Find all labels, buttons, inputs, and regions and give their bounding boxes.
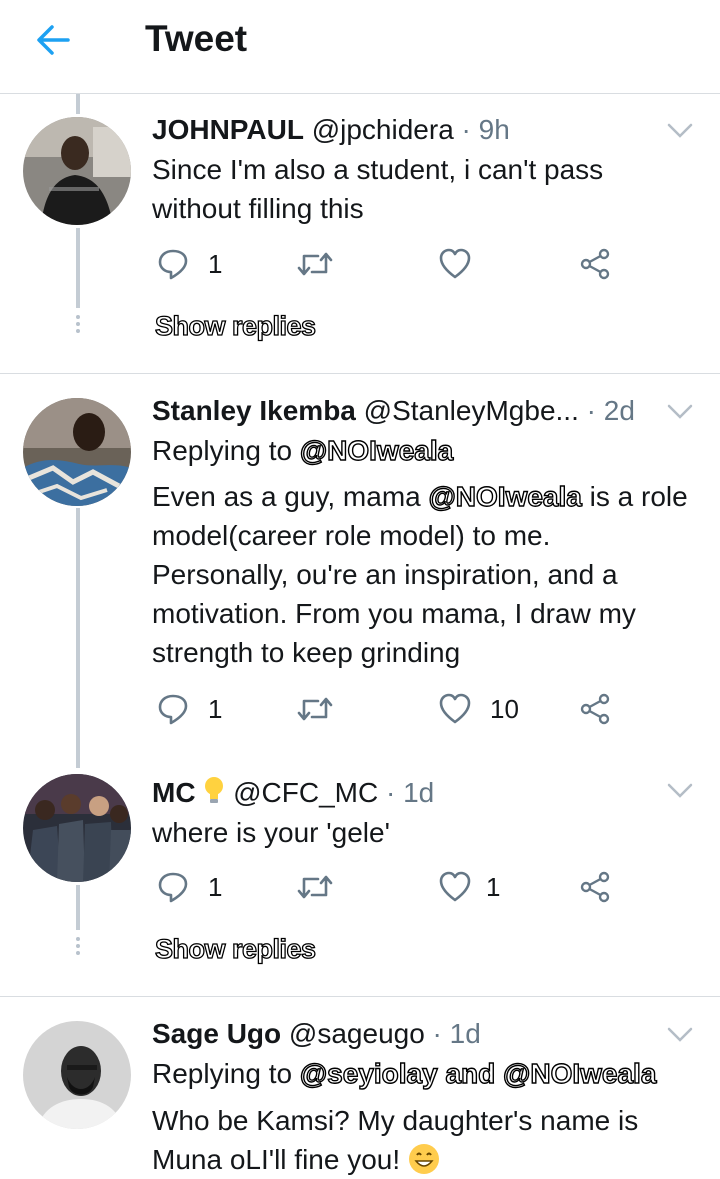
user-name[interactable]: Stanley Ikemba (152, 395, 356, 426)
separator: · (378, 777, 404, 808)
separator: · (424, 1018, 450, 1049)
user-name[interactable]: Sage Ugo (152, 1018, 281, 1049)
replying-to: Replying to @NOIweala (152, 434, 454, 467)
mention-link[interactable]: @NOIweala (428, 480, 583, 512)
chevron-down-icon[interactable] (666, 403, 694, 423)
separator: · (453, 114, 479, 145)
divider (0, 373, 720, 374)
avatar[interactable] (23, 398, 131, 506)
thread-more-icon (74, 937, 82, 958)
avatar[interactable] (23, 1021, 131, 1129)
thread-line (76, 508, 80, 768)
timestamp: 2d (603, 395, 635, 426)
user-handle[interactable]: @jpchidera (312, 114, 454, 145)
tweet-text-part: Who be Kamsi? My daughter's name is Muna… (152, 1105, 639, 1175)
divider (0, 996, 720, 997)
tweet-actions: 1 10 (152, 690, 672, 730)
lightbulb-icon (203, 777, 225, 808)
mention-link[interactable]: @seyiolay (299, 1057, 438, 1089)
thread-line (76, 94, 80, 114)
avatar[interactable] (23, 774, 131, 882)
replying-to: Replying to @seyiolay and @NOIweala (152, 1057, 657, 1090)
heart-icon (439, 248, 471, 279)
tweet-header: Sage Ugo @sageugo · 1d (152, 1018, 481, 1050)
tweet-text: where is your 'gele' (152, 817, 390, 848)
user-name[interactable]: JOHNPAUL (152, 114, 304, 145)
page-title: Tweet (145, 18, 248, 59)
like-count: 10 (490, 694, 519, 724)
tweet-text: Since I'm also a student, i can't pass w… (152, 154, 604, 224)
grin-emoji-icon (408, 1144, 440, 1175)
user-handle[interactable]: @StanleyMgbe... (364, 395, 579, 426)
thread-more-icon (74, 315, 82, 336)
replying-to-label: Replying to (152, 435, 293, 466)
user-name[interactable]: MC (152, 777, 196, 808)
timestamp: 1d (449, 1018, 481, 1049)
mention-link[interactable]: @NOIweala (502, 1057, 657, 1089)
reply-icon (158, 694, 188, 725)
reply-count: 1 (208, 872, 223, 902)
reply-count: 1 (208, 249, 223, 279)
tweet-header: JOHNPAUL @jpchidera · 9h (152, 114, 510, 146)
show-replies-link[interactable]: Show replies (154, 933, 316, 965)
retweet-icon (297, 697, 333, 721)
retweet-icon (297, 252, 333, 276)
timestamp: 1d (403, 777, 435, 808)
tweet-header: Stanley Ikemba @StanleyMgbe... · 2d (152, 395, 635, 427)
tweet-text-part: Even as a guy, mama (152, 481, 429, 512)
share-icon (580, 248, 610, 280)
reply-count: 1 (208, 694, 223, 724)
tweet-text: Who be Kamsi? My daughter's name is Muna… (152, 1101, 692, 1179)
replying-to-label: Replying to (152, 1058, 293, 1089)
tweet-text: Even as a guy, mama @NOIweala is a role … (152, 477, 692, 672)
retweet-icon (297, 875, 333, 899)
tweet-actions: 1 1 (152, 868, 672, 908)
reply-icon (158, 249, 188, 280)
back-arrow-icon[interactable] (32, 20, 82, 60)
share-icon (580, 871, 610, 903)
avatar[interactable] (23, 117, 131, 225)
separator: · (578, 395, 604, 426)
chevron-down-icon[interactable] (666, 782, 694, 802)
tweet-header: MC @CFC_MC · 1d (152, 776, 434, 809)
tweet-actions: 1 (152, 245, 672, 285)
share-icon (580, 693, 610, 725)
timestamp: 9h (478, 114, 510, 145)
user-handle[interactable]: @CFC_MC (233, 777, 378, 808)
thread-line (76, 228, 80, 308)
chevron-down-icon[interactable] (666, 1026, 694, 1046)
top-bar: Tweet (0, 0, 720, 94)
heart-icon (439, 693, 471, 724)
user-handle[interactable]: @sageugo (289, 1018, 425, 1049)
mention-link[interactable]: @NOIweala (299, 434, 454, 466)
like-count: 1 (486, 872, 501, 902)
thread-line (76, 885, 80, 930)
and-label: and (445, 1057, 496, 1089)
reply-icon (158, 872, 188, 903)
show-replies-link[interactable]: Show replies (154, 310, 316, 342)
chevron-down-icon[interactable] (666, 122, 694, 142)
heart-icon (439, 871, 471, 902)
